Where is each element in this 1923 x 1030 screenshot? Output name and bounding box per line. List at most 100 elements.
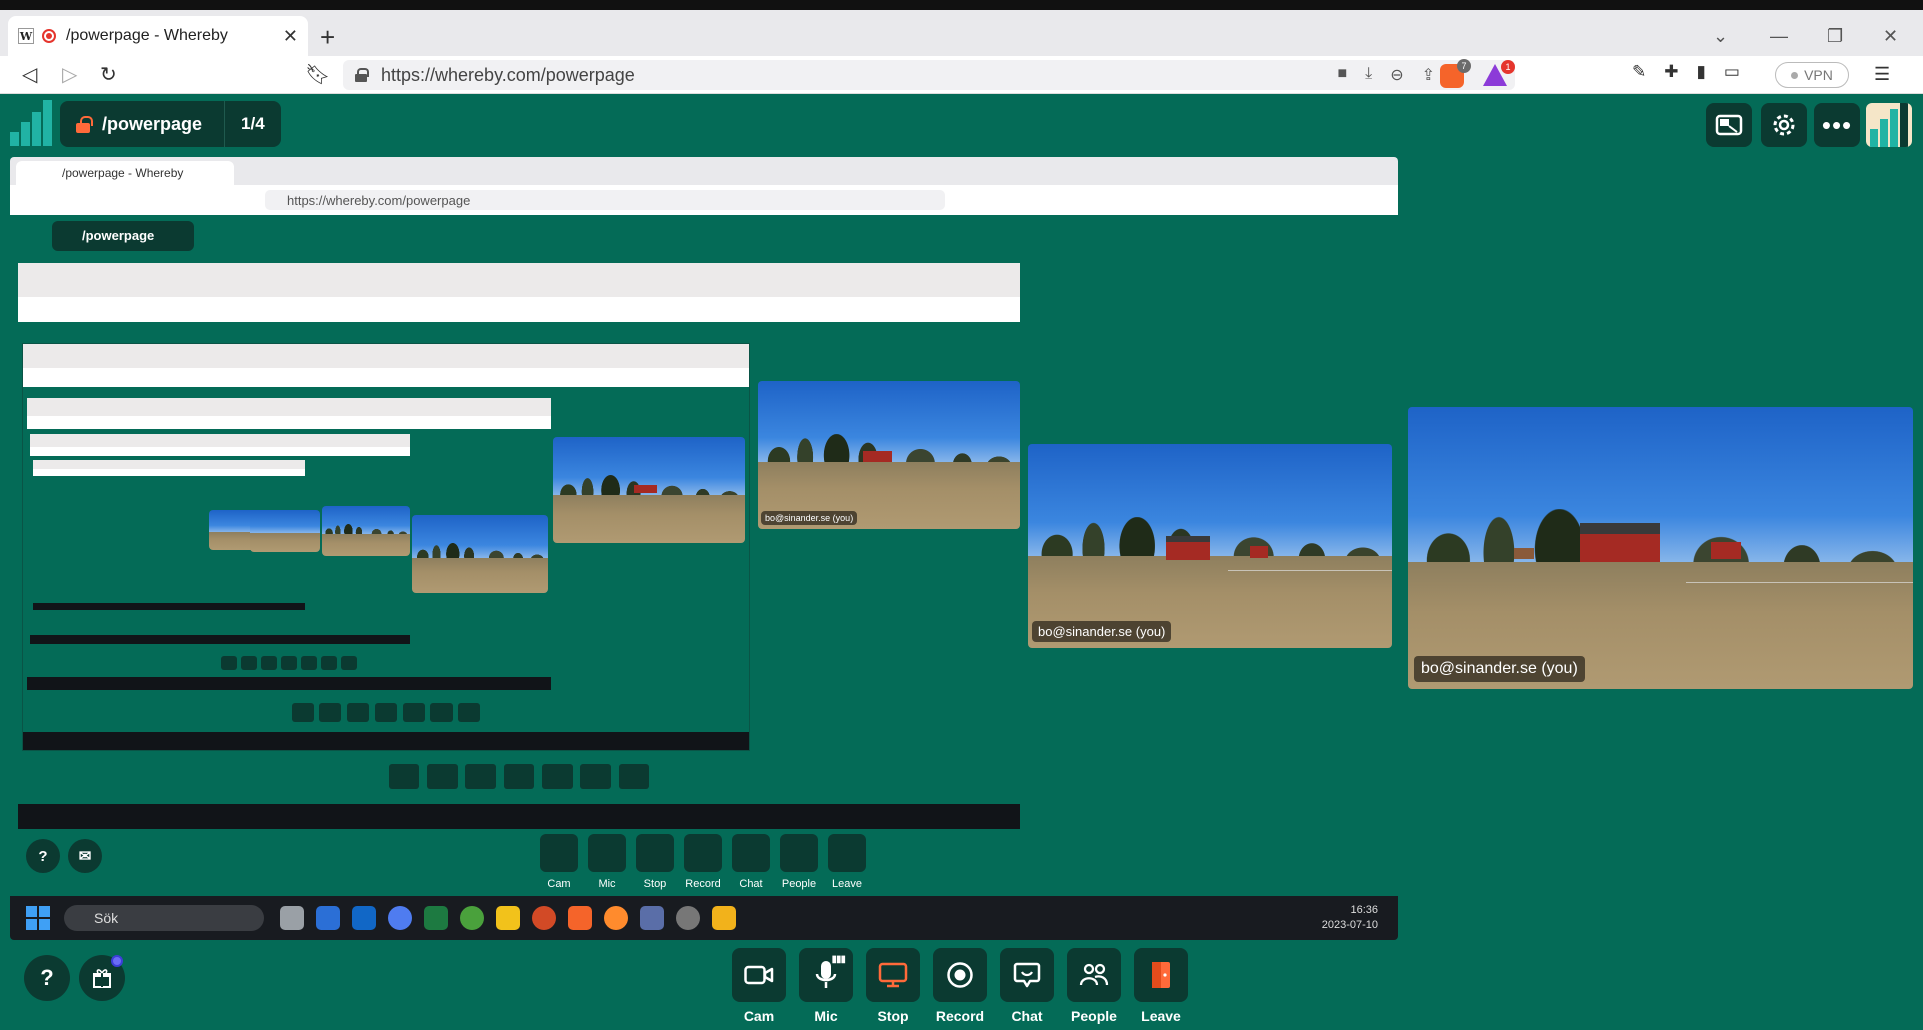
shared-room-pill: /powerpage: [52, 221, 194, 251]
chat-label: Chat: [1011, 1008, 1043, 1024]
taskbar-apps: [280, 906, 736, 930]
leave-button[interactable]: [1134, 948, 1188, 1002]
shared-gift-icon: ✉: [68, 839, 102, 873]
cam-label: Cam: [743, 1008, 775, 1024]
tab-list-chevron-icon[interactable]: ⌄: [1713, 26, 1728, 47]
stop-share-control[interactable]: Stop: [866, 948, 920, 1024]
rewards-count: 1: [1501, 60, 1515, 74]
shared-control: Leave: [828, 834, 866, 890]
leave-label: Leave: [1141, 1008, 1181, 1024]
nested-screen-capture: [22, 343, 750, 751]
chat-control[interactable]: Chat: [1000, 948, 1054, 1024]
camera-icon: [744, 965, 774, 985]
gear-icon: [1773, 114, 1795, 136]
bookmark-icon[interactable]: 🔖︎: [305, 64, 330, 86]
url-bar-icons: ■ ⤓ ⊖ ⇪: [1337, 65, 1435, 85]
extension-icon[interactable]: ✎: [1632, 62, 1646, 82]
url-bar[interactable]: https://whereby.com/powerpage ■ ⤓ ⊖ ⇪: [343, 60, 1515, 90]
shared-help-button: ?: [26, 839, 60, 873]
camera-permission-icon[interactable]: ■: [1337, 65, 1347, 85]
record-control[interactable]: Record: [933, 948, 987, 1024]
close-window-icon[interactable]: ✕: [1883, 26, 1898, 47]
browser-tab[interactable]: W /powerpage - Whereby ✕: [8, 16, 308, 56]
forward-icon[interactable]: ▷: [62, 64, 77, 86]
room-info[interactable]: /powerpage 1/4: [60, 101, 281, 147]
restore-window-icon[interactable]: ❐: [1827, 26, 1843, 47]
record-label: Record: [935, 1008, 985, 1024]
meeting-controls: Cam ▮▮▮ Mic Stop Record Chat People Leav…: [732, 948, 1188, 1024]
shared-control: Stop: [636, 834, 674, 890]
nested-screen-capture: [30, 434, 410, 644]
avatar[interactable]: [1866, 103, 1912, 147]
record-button[interactable]: [933, 948, 987, 1002]
vpn-label: VPN: [1804, 67, 1833, 83]
cam-button[interactable]: [732, 948, 786, 1002]
mic-control[interactable]: ▮▮▮ Mic: [799, 948, 853, 1024]
participant-count: 1/4: [224, 101, 281, 147]
chat-button[interactable]: [1000, 948, 1054, 1002]
help-button[interactable]: ?: [24, 955, 70, 1001]
browser-menu-icon[interactable]: ☰: [1874, 64, 1890, 85]
stop-share-button[interactable]: [866, 948, 920, 1002]
picture-in-picture-icon: [1715, 114, 1743, 136]
nested-video-tile: bo@sinander.se (you): [758, 381, 1020, 529]
sidebar-icon[interactable]: ▮: [1697, 62, 1706, 82]
leave-door-icon: [1152, 962, 1170, 988]
shared-control: People: [780, 834, 818, 890]
shared-tab-bar: /powerpage - Whereby: [10, 157, 1398, 185]
lock-icon: [355, 68, 369, 82]
share-icon[interactable]: ⇪: [1422, 65, 1435, 85]
zoom-icon[interactable]: ⊖: [1390, 65, 1403, 85]
brave-rewards-icon[interactable]: 1: [1483, 60, 1515, 86]
people-control[interactable]: People: [1067, 948, 1121, 1024]
participant-name-label: bo@sinander.se (you): [1414, 656, 1585, 682]
shared-control: Mic: [588, 834, 626, 890]
reload-icon[interactable]: ↻: [100, 64, 117, 86]
leave-control[interactable]: Leave: [1134, 948, 1188, 1024]
nested-video-tile: [412, 515, 548, 593]
notification-dot: [111, 955, 123, 967]
room-name: /powerpage: [102, 113, 203, 134]
tab-title: /powerpage - Whereby: [66, 27, 228, 44]
shared-address-bar: https://whereby.com/powerpage: [10, 185, 1398, 215]
shared-url: https://whereby.com/powerpage: [265, 190, 945, 210]
stop-label: Stop: [877, 1008, 909, 1024]
shared-control: Cam: [540, 834, 578, 890]
mic-button[interactable]: ▮▮▮: [799, 948, 853, 1002]
screen-share-icon: [878, 962, 908, 988]
shared-browser-tab: /powerpage - Whereby: [16, 161, 234, 185]
shared-taskbar: Sök 16:36 2023-07-10: [10, 896, 1398, 940]
taskbar-search: Sök: [64, 905, 264, 931]
windows-start-icon: [26, 906, 50, 930]
people-label: People: [1071, 1008, 1117, 1024]
back-icon[interactable]: ◁: [22, 64, 37, 86]
mic-level-icon: ▮▮▮: [831, 954, 845, 965]
close-tab-icon[interactable]: ✕: [283, 26, 298, 47]
minimize-window-icon[interactable]: —: [1770, 26, 1788, 47]
settings-button[interactable]: [1761, 103, 1807, 147]
cam-control[interactable]: Cam: [732, 948, 786, 1024]
vpn-status-dot: [1791, 71, 1799, 79]
brave-shields-count: 7: [1457, 59, 1471, 73]
puzzle-icon[interactable]: ✚: [1664, 62, 1678, 82]
new-tab-icon[interactable]: +: [320, 24, 335, 50]
picture-in-picture-button[interactable]: [1706, 103, 1752, 147]
nested-participant-label: bo@sinander.se (you): [761, 511, 858, 525]
shared-controls: Cam Mic Stop Record Chat People Leave: [540, 834, 866, 890]
screen-share-tile: /powerpage - Whereby https://whereby.com…: [10, 157, 1398, 940]
shared-control: Chat: [732, 834, 770, 890]
chat-icon: [1013, 962, 1041, 988]
more-options-button[interactable]: •••: [1814, 103, 1860, 147]
install-app-icon[interactable]: ⤓: [1365, 65, 1372, 85]
mic-label: Mic: [814, 1008, 838, 1024]
wallet-icon[interactable]: ▭: [1724, 62, 1740, 82]
nested-screen-capture: bo@sinander.se (you): [18, 263, 1020, 829]
nested-screen-capture: [27, 398, 551, 690]
url-text: https://whereby.com/powerpage: [381, 64, 635, 85]
vpn-button[interactable]: VPN: [1775, 62, 1849, 88]
extension-icons: ✎ ✚ ▮ ▭: [1632, 62, 1740, 82]
shared-participant-label: bo@sinander.se (you): [1032, 621, 1172, 642]
people-button[interactable]: [1067, 948, 1121, 1002]
brave-shields-icon[interactable]: 7: [1440, 59, 1471, 88]
whats-new-button[interactable]: [79, 955, 125, 1001]
